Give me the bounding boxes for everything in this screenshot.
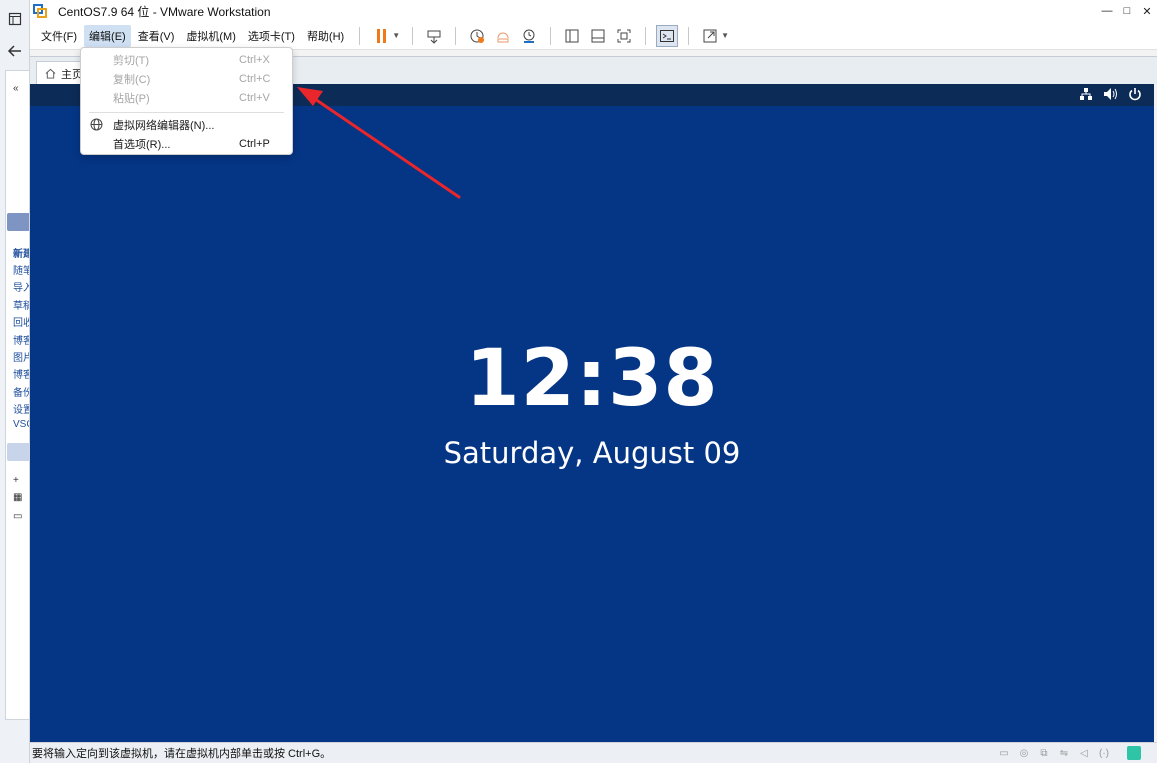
minimize-button[interactable]: — [1097,0,1117,22]
library-pane: « 新建 随笔 导入 草稿 回收 博客 图片 博客 备份 设置 VSC + ▦ … [5,70,30,720]
toolbar-divider [550,26,552,45]
menu-item-virtual-network-editor[interactable]: 虚拟网络编辑器(N)... [81,115,292,134]
library-collapse-icon[interactable]: « [13,83,19,94]
add-icon[interactable]: + [13,475,19,486]
menu-item-shortcut: Ctrl+X [239,53,270,66]
unity-icon[interactable] [699,25,721,47]
list-icon[interactable]: ▦ [13,492,22,503]
console-icon[interactable] [656,24,679,47]
status-message: 要将输入定向到该虚拟机，请在虚拟机内部单击或按 Ctrl+G。 [32,748,332,760]
library-item[interactable]: 草稿 [13,297,29,312]
menu-view[interactable]: 查看(V) [133,25,180,47]
menu-toolbar: 文件(F) 编辑(E) 查看(V) 虚拟机(M) 选项卡(T) 帮助(H) ▼ … [30,22,1157,50]
menu-item-copy[interactable]: 复制(C) Ctrl+C [81,69,292,88]
library-item[interactable]: 博客 [13,332,29,347]
library-item[interactable]: 新建 [13,245,29,260]
pause-dropdown-icon[interactable]: ▼ [392,31,400,40]
library-item[interactable]: 回收 [13,314,29,329]
window-controls: — □ ✕ [1097,0,1157,22]
menu-item-label: 虚拟网络编辑器(N)... [113,119,215,132]
power-icon[interactable] [1128,87,1142,101]
revert-snapshot-icon[interactable] [492,25,514,47]
menu-tabs[interactable]: 选项卡(T) [243,25,300,47]
menu-item-shortcut: Ctrl+V [239,91,270,104]
title-bar: CentOS7.9 64 位 - VMware Workstation — □ … [30,0,1157,22]
back-arrow-icon[interactable] [6,42,24,60]
library-item[interactable]: 导入 [13,279,29,294]
library-section-bar [7,213,29,231]
menu-vm[interactable]: 虚拟机(M) [181,25,241,47]
lock-screen-time: 12:38 [465,334,719,424]
send-keys-icon[interactable] [423,25,445,47]
lock-screen-date: Saturday, August 09 [443,436,741,470]
menu-item-label: 复制(C) [113,73,151,86]
library-section-bar [7,443,29,461]
library-view-icon[interactable] [561,25,583,47]
edit-menu-dropdown: 剪切(T) Ctrl+X 复制(C) Ctrl+C 粘贴(P) Ctrl+V 虚… [80,47,293,155]
menu-item-preferences[interactable]: 首选项(R)... Ctrl+P [81,134,292,153]
menu-item-shortcut: Ctrl+C [239,72,271,85]
menu-file[interactable]: 文件(F) [36,25,82,47]
status-bar: 要将输入定向到该虚拟机，请在虚拟机内部单击或按 Ctrl+G。 ▭ ◎ ⧉ ⇋ … [30,742,1157,763]
cd-drive-icon[interactable]: ◎ [1017,747,1031,760]
toolbar-divider [359,26,361,45]
menu-item-paste[interactable]: 粘贴(P) Ctrl+V [81,88,292,107]
menu-help[interactable]: 帮助(H) [302,25,349,47]
network-adapter-icon[interactable]: ⧉ [1037,747,1051,760]
thumbnail-view-icon[interactable] [587,25,609,47]
snapshot-manager-icon[interactable] [518,25,540,47]
full-screen-icon[interactable] [613,25,635,47]
menu-item-label: 剪切(T) [113,54,150,67]
maximize-button[interactable]: □ [1117,0,1137,22]
toolbar-divider [688,26,690,45]
window-menu-icon[interactable] [6,10,24,28]
vmware-logo-icon [32,3,48,19]
menu-item-label: 粘贴(P) [113,92,150,105]
system-tray [1079,87,1142,101]
library-item[interactable]: VSC [13,419,29,430]
volume-icon[interactable] [1103,87,1118,101]
sound-card-icon[interactable]: ◁ [1077,747,1091,760]
menu-edit[interactable]: 编辑(E) [84,24,131,47]
library-item[interactable]: 备份 [13,384,29,399]
window-title: CentOS7.9 64 位 - VMware Workstation [58,4,271,19]
hard-disk-icon[interactable]: ▭ [997,747,1011,760]
message-log-icon[interactable] [1127,746,1141,760]
device-icons: ▭ ◎ ⧉ ⇋ ◁ (·) [997,746,1141,760]
usb-icon[interactable]: ⇋ [1057,747,1071,760]
home-icon [45,68,56,79]
menu-divider [89,112,284,113]
toolbar-divider [412,26,414,45]
folder-icon[interactable]: ▭ [13,511,22,522]
wifi-signal-icon[interactable]: (·) [1097,747,1111,760]
vm-display[interactable]: 12:38 Saturday, August 09 [30,84,1154,742]
library-item[interactable]: 图片 [13,349,29,364]
library-item[interactable]: 博客 [13,366,29,381]
network-icon[interactable] [1079,87,1093,101]
menu-item-shortcut: Ctrl+P [239,137,270,150]
toolbar-divider [455,26,457,45]
menu-item-cut[interactable]: 剪切(T) Ctrl+X [81,50,292,69]
library-item[interactable]: 设置 [13,401,29,416]
unity-dropdown-icon[interactable]: ▼ [721,31,729,40]
library-item[interactable]: 随笔 [13,262,29,277]
menu-item-label: 首选项(R)... [113,138,171,151]
snapshot-icon[interactable] [466,25,488,47]
pause-icon[interactable] [370,25,392,47]
toolbar-divider [645,26,647,45]
globe-icon [90,118,103,131]
close-button[interactable]: ✕ [1137,0,1157,22]
